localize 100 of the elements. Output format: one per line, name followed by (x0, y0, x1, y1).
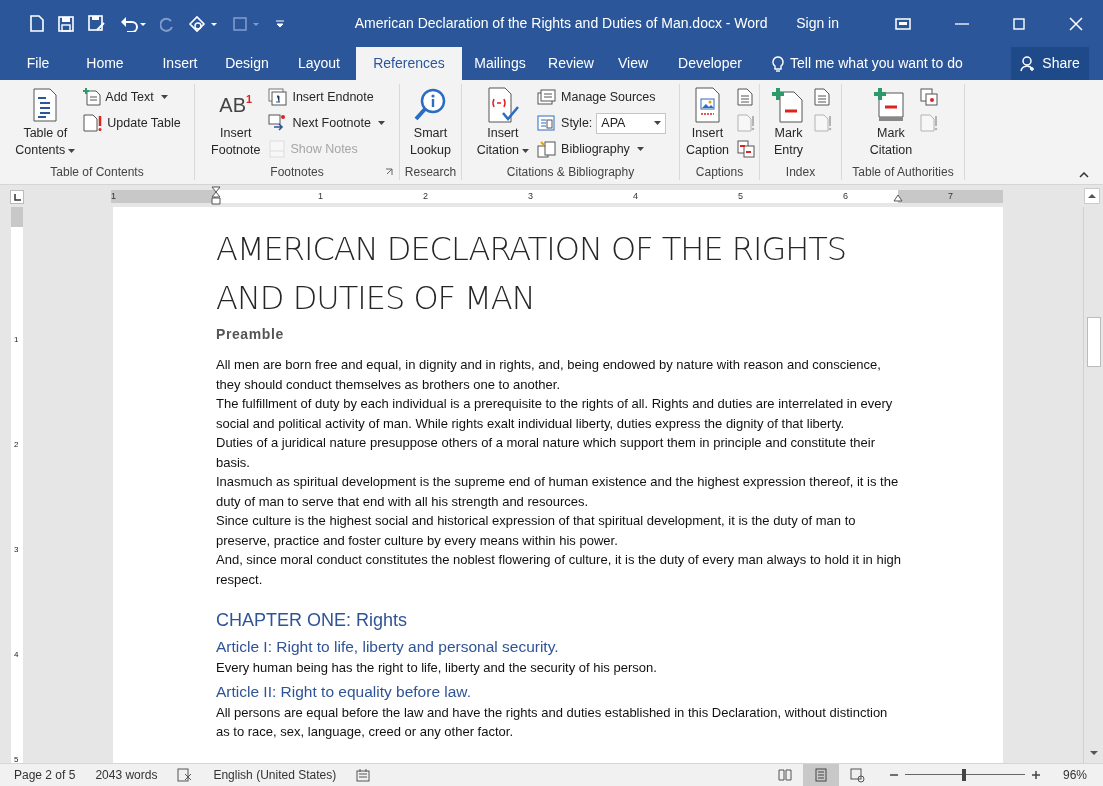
ribbon-button[interactable]: Bibliography (537, 137, 667, 161)
body-paragraph: Duties of a juridical nature presuppose others of a moral nature which support them in principle and constitute their basis. (216, 434, 877, 472)
save-as-icon[interactable] (88, 15, 106, 32)
dropdown-caret-icon (654, 121, 662, 125)
book-icon (776, 767, 793, 783)
ribbon-button[interactable]: Insert Endnote (268, 85, 385, 109)
cross-reference-button[interactable] (737, 137, 756, 161)
ribbon-button[interactable]: Mark Citation (867, 85, 915, 159)
undo-icon[interactable] (120, 15, 146, 32)
body-paragraph: Every human being has the right to life, liberty and the security of his person. (216, 659, 658, 677)
globe-page-icon (848, 767, 865, 783)
redo-icon (160, 15, 174, 32)
ribbon-tab[interactable]: References (356, 47, 462, 80)
ribbon-button[interactable]: Smart Lookup (408, 85, 453, 159)
left-tab-icon (13, 193, 21, 201)
style-icon (537, 114, 558, 132)
scroll-up-icon[interactable] (1084, 188, 1100, 204)
close-icon[interactable] (1069, 16, 1083, 31)
sign-in-button[interactable]: Sign in (782, 13, 853, 34)
dropdown-caret-icon (522, 148, 530, 153)
person-add-icon (1020, 55, 1037, 72)
ribbon-tab[interactable]: Review (538, 47, 604, 80)
body-paragraph: All men are born free and equal, in dignity and in rights, and, being endowed by nature with reason and conscience, they should conduct themselves as brothers one to another. (216, 356, 882, 394)
word-count[interactable]: 2043 words (95, 766, 158, 784)
body-paragraph: And, since moral conduct constitutes the noblest flowering of culture, it is the duty of every man always to hold it in high respect. (216, 551, 902, 589)
zoom-slider[interactable] (904, 769, 1025, 781)
tab-selector[interactable] (10, 190, 24, 204)
ribbon-button[interactable]: Mark Entry (769, 85, 808, 159)
ribbon-tab[interactable]: Mailings (462, 47, 538, 80)
manage-sources-icon (537, 88, 558, 106)
window-title: American Declaration of the Rights and Duties of Man.docx - Word (353, 14, 769, 33)
ruler-number: 7 (948, 190, 953, 203)
print-layout-button[interactable] (802, 764, 839, 786)
zoom-slider-thumb[interactable] (961, 769, 966, 781)
language-indicator[interactable]: English (United States) (213, 766, 337, 784)
collapse-ribbon-icon[interactable] (1079, 172, 1089, 178)
body-paragraph: Inasmuch as spiritual development is the supreme end of human existence and the highest expression thereof, it is the duty of man to serve that end with all his strength and resources. (216, 473, 900, 511)
add-text-icon (83, 88, 102, 106)
body-paragraph: All persons are equal before the law and have the rights and duties established in this Declaration, without distinction as to race, sex, language, creed or any other factor. (216, 703, 889, 741)
right-indent-marker-icon[interactable] (893, 195, 903, 202)
lightbulb-icon (772, 55, 784, 72)
group-label: Index (785, 164, 816, 181)
ribbon-button[interactable]: Table of Contents (13, 85, 78, 159)
chapter-heading: CHAPTER ONE: Rights (216, 609, 409, 632)
table-of-authorities-button[interactable] (920, 85, 939, 109)
ribbon-button[interactable]: Insert Citation (474, 85, 532, 159)
document-title[interactable]: AMERICAN DECLARATION OF THE RIGHTS AND DUTIES OF MAN (216, 225, 896, 323)
tell-me-field[interactable]: Tell me what you want to do (772, 47, 972, 80)
dropdown-caret-icon (68, 148, 76, 153)
touch-mode-icon[interactable] (188, 14, 218, 33)
macro-recording-icon[interactable] (356, 768, 371, 782)
ribbon-tab[interactable]: Design (212, 47, 282, 80)
maximize-icon[interactable] (1013, 17, 1025, 30)
indent-marker-icon[interactable] (211, 186, 221, 206)
article-heading: Article II: Right to equality before law. (216, 681, 473, 702)
ruler-number: 1 (318, 190, 323, 203)
ribbon-tab[interactable]: View (604, 47, 662, 80)
ruler-number: 1 (14, 335, 19, 344)
ribbon-tab[interactable]: File (14, 47, 62, 80)
group-label: Table of Authorities (852, 164, 954, 181)
page-count[interactable]: Page 2 of 5 (14, 766, 76, 784)
ruler-number: 2 (14, 440, 19, 449)
ribbon-button[interactable]: Update Table (83, 111, 181, 135)
dialog-launcher-icon[interactable] (385, 168, 393, 176)
ribbon-tab[interactable]: Developer (662, 47, 758, 80)
page-icon (812, 767, 829, 783)
ribbon-tab[interactable]: Insert (148, 47, 212, 80)
ruler-number: 1 (111, 190, 116, 203)
scrollbar-thumb[interactable] (1087, 317, 1101, 367)
body-paragraph: The fulfillment of duty by each individual is a prerequisite to the rights of all. Rights and duties are interrelated in every social and political activity of man. While rights exalt individual liberty, duties express the dignity of that liberty. (216, 395, 894, 433)
ribbon-display-options-icon[interactable] (895, 17, 911, 30)
style-label: Style: (561, 114, 593, 132)
document-subtitle: Preamble (216, 325, 285, 344)
zoom-in-icon[interactable] (1030, 770, 1041, 780)
ruler-number: 5 (14, 755, 19, 763)
page-exclamation-icon (83, 114, 104, 132)
group-label: Table of Contents (50, 164, 144, 181)
ruler-number: 4 (14, 650, 19, 659)
proofing-icon[interactable] (177, 768, 194, 782)
ruler-number: 4 (633, 190, 638, 203)
save-icon[interactable] (58, 15, 74, 32)
endnote-icon (268, 88, 289, 106)
customize-toolbar-icon[interactable] (276, 19, 284, 28)
new-document-icon[interactable] (30, 15, 44, 32)
zoom-level[interactable]: 96% (1062, 766, 1087, 784)
body-paragraph: Since culture is the highest social and historical expression of that spiritual development, it is the duty of man to preserve, practice and foster culture by every means within his power. (216, 512, 857, 550)
ribbon-button[interactable]: Manage Sources (537, 85, 667, 109)
group-label: Captions (695, 164, 744, 181)
ruler-margin-shading (11, 207, 23, 227)
ribbon-tab[interactable]: Home (62, 47, 148, 80)
dropdown-caret-icon (160, 95, 168, 99)
ribbon-button[interactable]: Next Footnote (268, 111, 385, 135)
dropdown-caret-icon (636, 147, 644, 151)
ribbon-tab[interactable]: Layout (282, 47, 356, 80)
ribbon-button[interactable]: Insert Caption (683, 85, 732, 159)
style-dropdown[interactable]: APA (596, 112, 667, 134)
article-heading: Article I: Right to life, liberty and personal security. (216, 637, 560, 657)
group-label: Citations & Bibliography (506, 164, 635, 181)
share-button[interactable]: Share (1011, 47, 1089, 80)
ribbon-button[interactable]: Add Text (83, 85, 181, 109)
